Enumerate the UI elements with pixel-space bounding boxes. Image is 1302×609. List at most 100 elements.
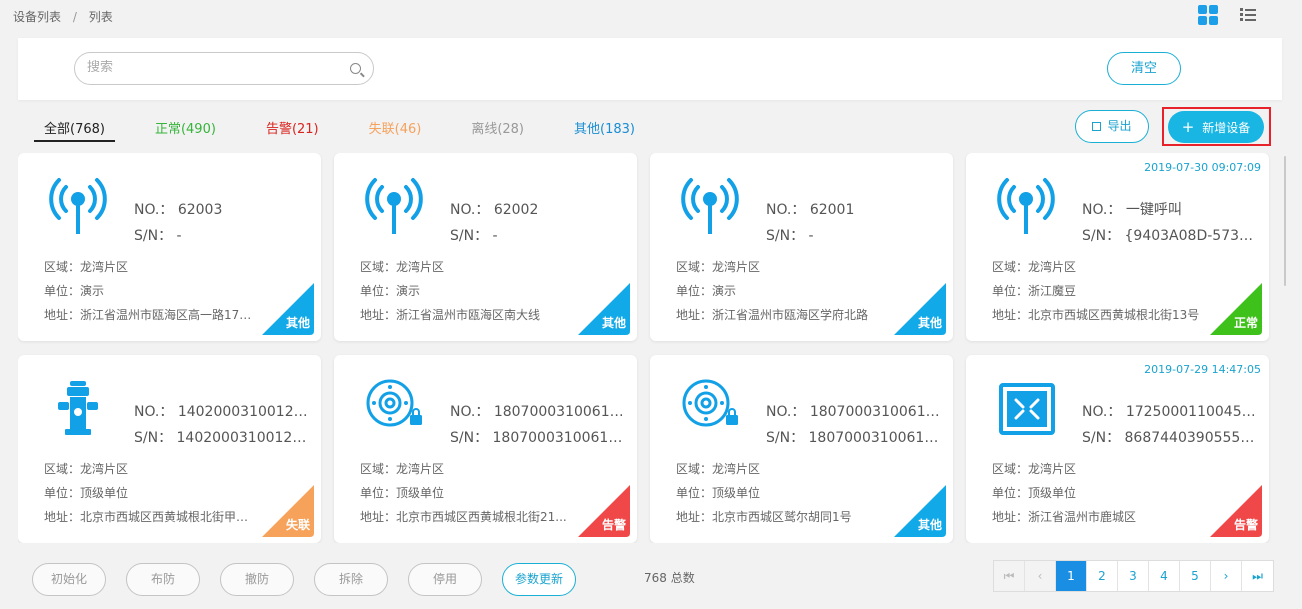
scrollbar-thumb[interactable] <box>1284 156 1286 286</box>
device-number: NO.： 1402000310012614 <box>134 404 312 420</box>
device-unit: 单位：演示 <box>360 284 421 298</box>
breadcrumb-root[interactable]: 设备列表 <box>13 10 61 24</box>
signal-tower-icon <box>680 173 740 235</box>
device-region: 区域：龙湾片区 <box>360 260 445 274</box>
status-badge: 其他 <box>262 283 314 335</box>
search-icon[interactable] <box>350 63 361 74</box>
clear-button[interactable]: 清空 <box>1107 52 1181 85</box>
device-region: 区域：龙湾片区 <box>676 260 761 274</box>
breadcrumb-current: 列表 <box>88 10 113 24</box>
export-button[interactable]: 导出 <box>1075 110 1149 143</box>
device-serial: S/N： - <box>450 228 498 244</box>
status-badge: 其他 <box>894 485 946 537</box>
action-button-1[interactable]: 布防 <box>126 563 200 596</box>
device-address: 地址：北京市西城区西黄城根北街21... <box>360 510 567 524</box>
device-region: 区域：龙湾片区 <box>992 462 1077 476</box>
device-region: 区域：龙湾片区 <box>44 462 129 476</box>
device-card[interactable]: NO.： 62001 S/N： - 区域：龙湾片区 单位：演示 地址：浙江省温州市瓯海区… <box>650 153 953 341</box>
tab-5[interactable]: 其他(183) <box>564 118 645 142</box>
device-unit: 单位：浙江魔豆 <box>992 284 1077 298</box>
tab-2[interactable]: 告警(21) <box>256 118 329 142</box>
tab-3[interactable]: 失联(46) <box>359 118 432 142</box>
device-card[interactable]: NO.： 1807000310061057 S/N： 18070003100610… <box>650 355 953 543</box>
add-device-label: 新增设备 <box>1202 121 1251 135</box>
action-button-4[interactable]: 停用 <box>408 563 482 596</box>
search-panel: 清空 <box>18 38 1282 100</box>
device-card[interactable]: NO.： 1807000310061066 S/N： 18070003100610… <box>334 355 637 543</box>
list-view-icon[interactable] <box>1240 7 1256 23</box>
signal-tower-icon <box>48 173 108 235</box>
status-badge-label: 告警 <box>1233 518 1258 532</box>
device-region: 区域：龙湾片区 <box>676 462 761 476</box>
device-number: NO.： 62001 <box>766 202 855 218</box>
page-button[interactable]: 1 <box>1056 561 1087 591</box>
device-unit: 单位：顶级单位 <box>360 486 445 500</box>
export-label: 导出 <box>1107 119 1132 133</box>
status-badge: 失联 <box>262 485 314 537</box>
device-serial: S/N： 1402000310012614 <box>134 430 312 446</box>
device-unit: 单位：演示 <box>676 284 737 298</box>
bottom-bar: 初始化 布防 撤防 拆除 停用 参数更新 768 总数 ⏮ ‹ 1 2 3 4 5 › ⏭ <box>18 553 1282 603</box>
device-unit: 单位：顶级单位 <box>44 486 129 500</box>
signal-tower-icon <box>364 173 424 235</box>
device-address: 地址：北京市西城区鹫尔胡同1号 <box>676 510 852 524</box>
search-input[interactable] <box>87 60 337 75</box>
page-button[interactable]: 2 <box>1087 561 1118 591</box>
device-serial: S/N： {9403A08D-5736-47... <box>1082 228 1260 244</box>
device-address: 地址：北京市西城区西黄城根北街甲2... <box>44 510 254 524</box>
device-unit: 单位：顶级单位 <box>992 486 1077 500</box>
page-button[interactable]: 4 <box>1149 561 1180 591</box>
search-box[interactable] <box>74 52 374 85</box>
device-address: 地址：北京市西城区西黄城根北街13号 <box>992 308 1200 322</box>
card-timestamp: 2019-07-29 14:47:05 <box>1144 363 1261 376</box>
device-card[interactable]: NO.： 62002 S/N： - 区域：龙湾片区 单位：演示地址：浙江省温州市瓯海区… <box>334 153 637 341</box>
status-badge-label: 其他 <box>601 316 626 330</box>
total-count: 768 总数 <box>644 571 695 585</box>
view-switcher <box>1198 5 1256 25</box>
action-button-2[interactable]: 撤防 <box>220 563 294 596</box>
electric-box-icon <box>996 375 1056 437</box>
device-number: NO.： 62002 <box>450 202 539 218</box>
tab-1[interactable]: 正常(490) <box>145 118 226 142</box>
device-serial: S/N： 1807000310061057 <box>766 430 944 446</box>
device-number: NO.： 1725000110045957 <box>1082 404 1260 420</box>
device-number: NO.： 62003 <box>134 202 223 218</box>
signal-tower-icon <box>996 173 1056 235</box>
card-timestamp: 2019-07-30 09:07:09 <box>1144 161 1261 174</box>
tab-0[interactable]: 全部(768) <box>34 118 115 142</box>
device-serial: S/N： 868744039055524,8... <box>1082 430 1260 446</box>
action-button-5[interactable]: 参数更新 <box>502 563 576 596</box>
next-page-icon[interactable]: › <box>1211 561 1242 591</box>
device-region: 区域：龙湾片区 <box>992 260 1077 274</box>
action-button-0[interactable]: 初始化 <box>32 563 106 596</box>
status-tabs: 全部(768) 正常(490) 告警(21) 失联(46) 离线(28) 其他(183) <box>34 118 675 142</box>
page-button[interactable]: 5 <box>1180 561 1211 591</box>
device-address: 地址：浙江省温州市瓯海区南大线 <box>360 308 541 322</box>
status-badge-label: 失联 <box>285 518 310 532</box>
device-region: 区域：龙湾片区 <box>44 260 129 274</box>
device-card-grid: NO.： 62003 S/N： - 区域：龙湾片区 单位：演示 地址：浙江省温州市瓯海区… <box>18 153 1282 543</box>
action-button-3[interactable]: 拆除 <box>314 563 388 596</box>
breadcrumb: 设备列表 / 列表 <box>13 8 113 25</box>
export-icon <box>1092 122 1102 131</box>
device-number: NO.： 1807000310061066 <box>450 404 628 420</box>
device-region: 区域：龙湾片区 <box>360 462 445 476</box>
prev-page-icon: ‹ <box>1025 561 1056 591</box>
page-button[interactable]: 3 <box>1118 561 1149 591</box>
device-card[interactable]: NO.： 1402000310012614 S/N： 14020003100126… <box>18 355 321 543</box>
device-card[interactable]: NO.： 62003 S/N： - 区域：龙湾片区 单位：演示 地址：浙江省温州市瓯海区… <box>18 153 321 341</box>
status-badge: 告警 <box>578 485 630 537</box>
device-serial: S/N： - <box>766 228 814 244</box>
device-unit: 单位：顶级单位 <box>676 486 761 500</box>
status-badge-label: 其他 <box>285 316 310 330</box>
device-number: NO.： 一键呼叫 <box>1082 202 1182 218</box>
breadcrumb-separator: / <box>72 10 77 24</box>
last-page-icon[interactable]: ⏭ <box>1242 561 1273 591</box>
device-card[interactable]: 2019-07-30 09:07:09 NO.： 一键呼叫 S/N： {9403A0… <box>966 153 1269 341</box>
add-device-button[interactable]: + 新增设备 <box>1168 111 1264 143</box>
device-unit: 单位：演示 <box>44 284 105 298</box>
device-card[interactable]: 2019-07-29 14:47:05 NO.： 1725000110045957… <box>966 355 1269 543</box>
tab-4[interactable]: 离线(28) <box>461 118 534 142</box>
status-badge: 其他 <box>578 283 630 335</box>
grid-view-icon[interactable] <box>1198 5 1218 25</box>
